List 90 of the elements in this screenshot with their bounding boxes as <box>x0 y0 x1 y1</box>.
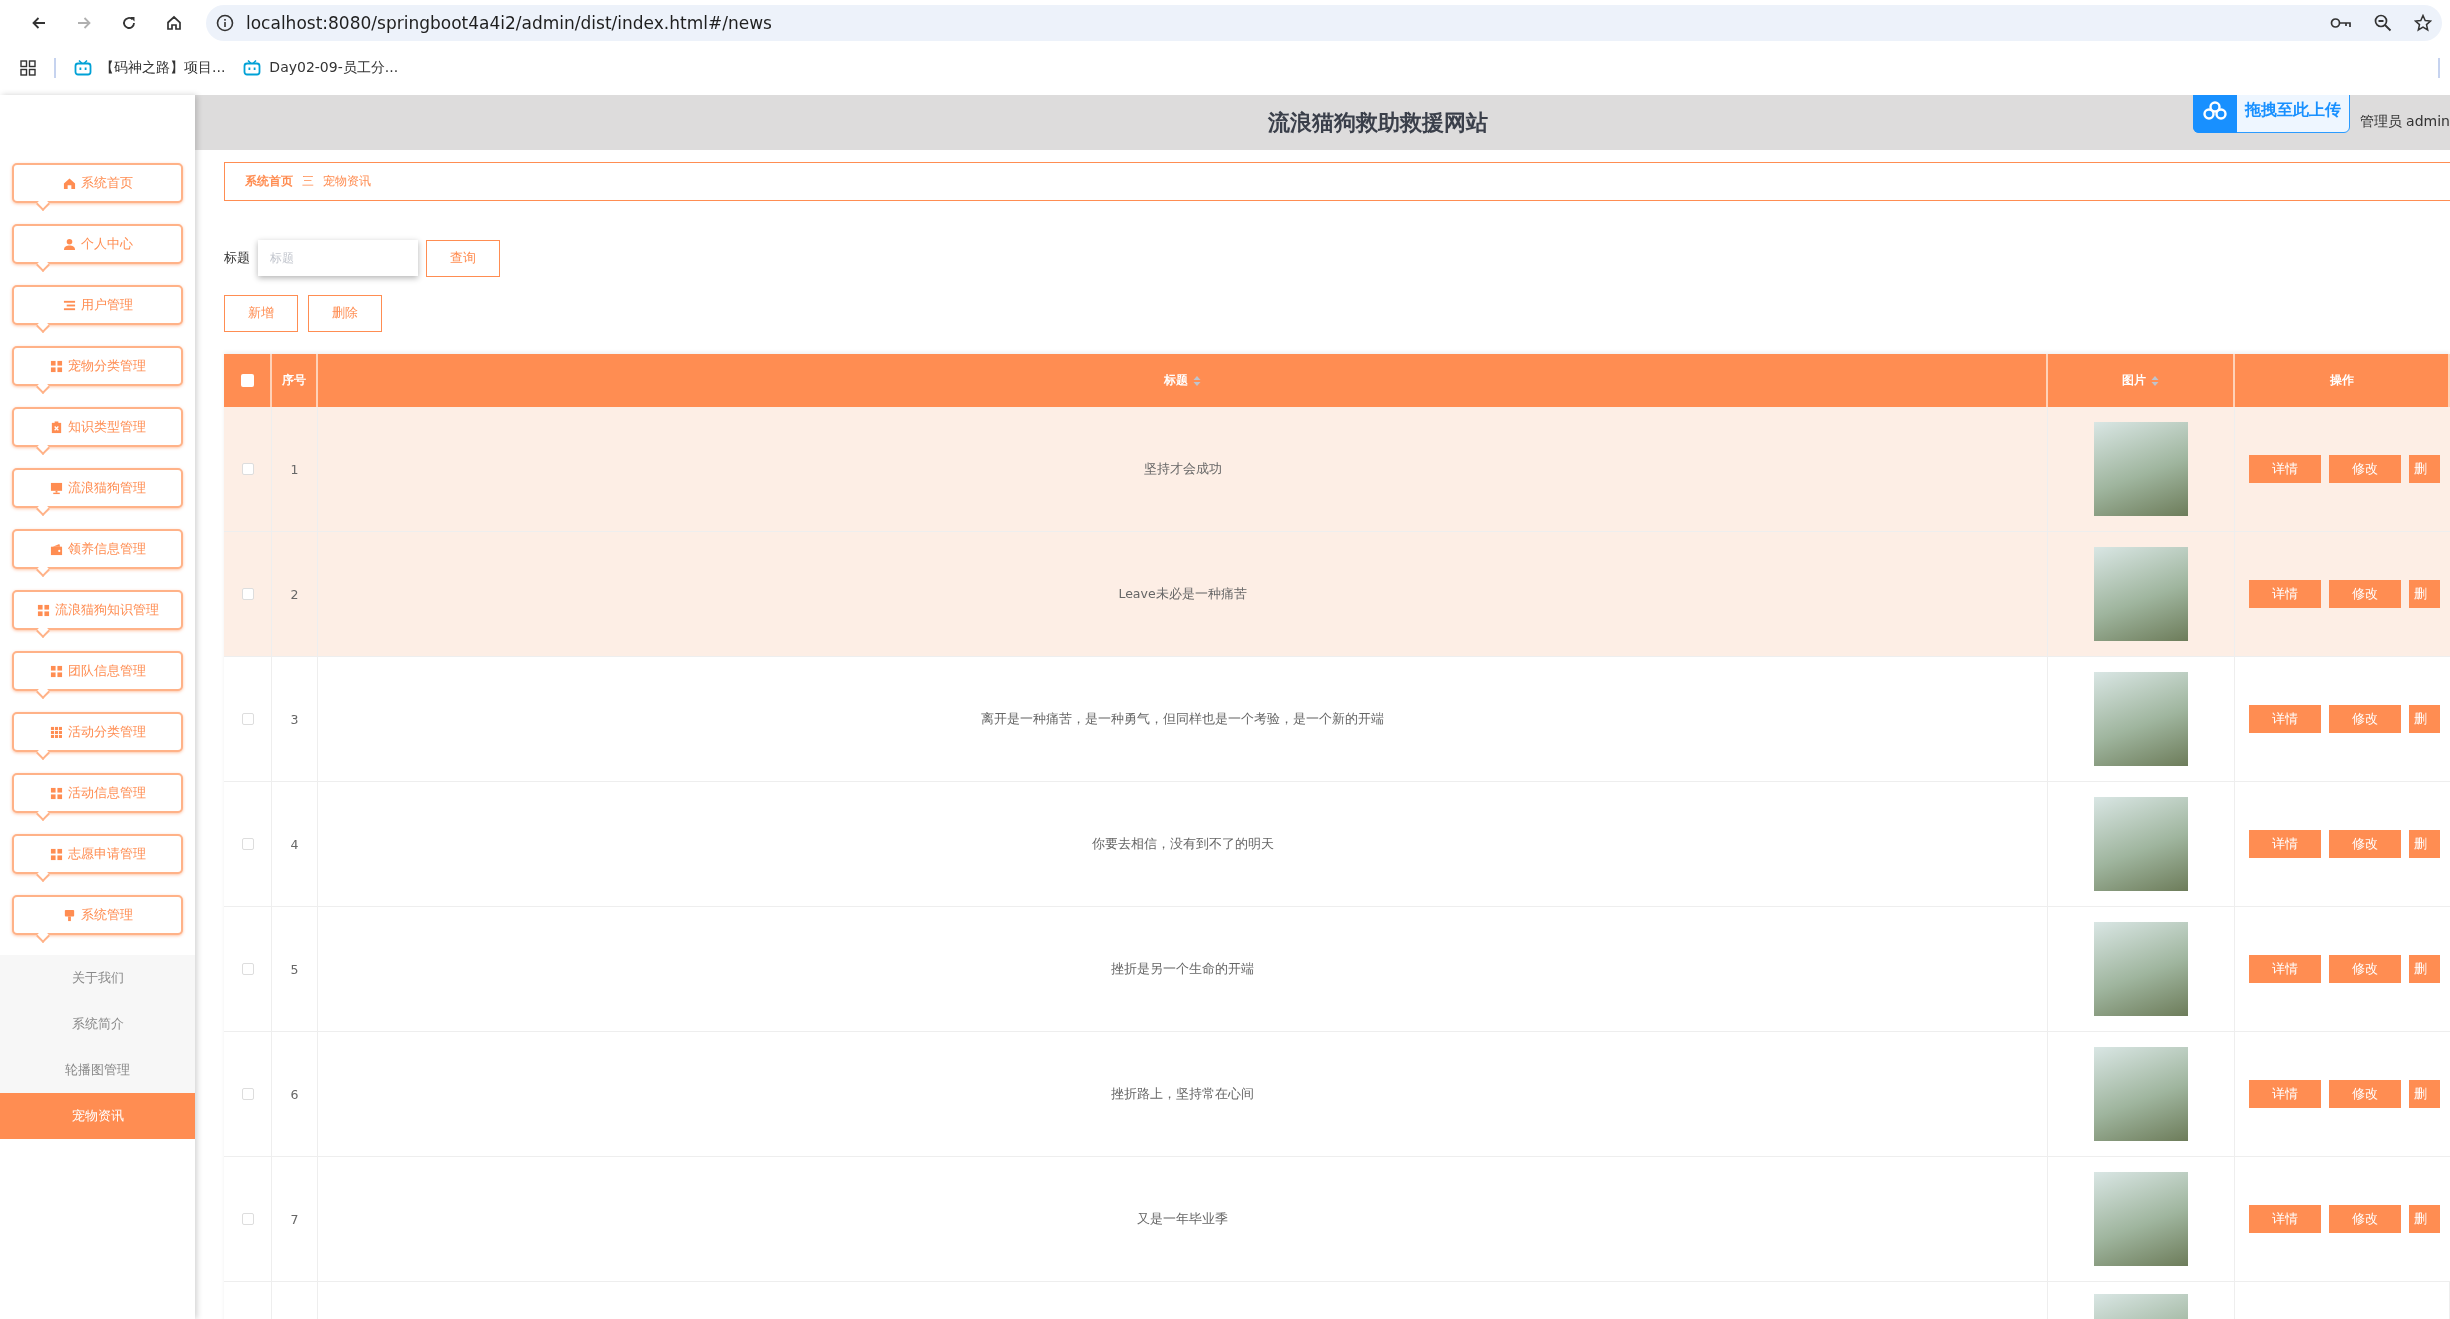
site-title: 流浪猫狗救助救援网站 <box>1267 108 1488 137</box>
checkbox[interactable] <box>241 463 254 475</box>
table-cell: 5 <box>290 961 299 977</box>
bookmark[interactable]: Day02-09-员工分... <box>243 58 399 77</box>
details-button[interactable]: 详情 <box>2249 955 2321 983</box>
grid9-icon <box>49 725 63 739</box>
details-button[interactable]: 详情 <box>2249 1205 2321 1233</box>
table-cell: 4 <box>290 836 299 852</box>
submenu-item[interactable]: 宠物资讯 <box>0 1093 195 1139</box>
delete-button[interactable]: 删 <box>2409 455 2440 483</box>
upload-widget[interactable]: 拖拽至此上传 <box>2193 95 2350 133</box>
table-cell: 挫折是另一个生命的开端 <box>1111 960 1254 978</box>
column-header[interactable]: 图片 <box>2122 372 2146 389</box>
checkbox[interactable] <box>241 838 254 850</box>
user-label: 管理员 admin <box>2359 113 2450 131</box>
home-icon <box>62 176 76 190</box>
edit-button[interactable]: 修改 <box>2329 1080 2401 1108</box>
info-icon[interactable] <box>216 13 234 32</box>
zoom-out-icon[interactable] <box>2374 13 2392 32</box>
sort-icon[interactable] <box>1192 374 1201 387</box>
breadcrumb-item[interactable]: 宠物资讯 <box>323 173 371 190</box>
column-header: 操作 <box>2329 372 2354 389</box>
table-cell: 3 <box>290 711 299 727</box>
table-cell: 6 <box>290 1086 299 1102</box>
edit-button[interactable]: 修改 <box>2329 455 2401 483</box>
tv-icon <box>74 59 92 76</box>
sort-icon[interactable] <box>2151 374 2159 387</box>
details-button[interactable]: 详情 <box>2249 830 2321 858</box>
delete-button[interactable]: 删 <box>2409 830 2440 858</box>
checkbox[interactable] <box>241 963 254 975</box>
list-icon <box>62 298 76 312</box>
query-button[interactable]: 查询 <box>426 239 500 277</box>
column-header[interactable]: 标题 <box>1163 372 1188 389</box>
table-cell: 又是一年毕业季 <box>1137 1210 1228 1228</box>
wallet-icon <box>49 542 63 556</box>
apps-grid-icon[interactable] <box>20 59 36 76</box>
table-cell: 你要去相信，没有到不了的明天 <box>1091 835 1274 853</box>
table-cell: 坚持才会成功 <box>1143 460 1222 478</box>
grid-icon <box>49 847 63 861</box>
table-cell: 2 <box>290 586 299 602</box>
grid-icon <box>49 786 63 800</box>
table-cell: 挫折路上，坚持常在心间 <box>1111 1085 1254 1103</box>
search-field[interactable]: 标题 <box>258 240 418 276</box>
user-icon <box>62 237 76 251</box>
column-header: 序号 <box>282 372 306 389</box>
bookmark[interactable]: 【码神之路】项目... <box>74 58 226 77</box>
table-cell: 离开是一种痛苦，是一种勇气，但同样也是一个考验，是一个新的开端 <box>981 710 1384 728</box>
tv-icon <box>243 59 262 76</box>
delete-button[interactable]: 删 <box>2409 705 2440 733</box>
brush-icon <box>62 908 76 922</box>
submenu-item[interactable]: 轮播图管理 <box>0 1047 195 1093</box>
delete-button[interactable]: 删 <box>2409 1205 2440 1233</box>
submenu-item[interactable]: 系统简介 <box>0 1001 195 1047</box>
home-icon[interactable] <box>164 13 183 32</box>
grid-icon <box>49 359 63 373</box>
add-button[interactable]: 新增 <box>224 295 298 332</box>
delete-button[interactable]: 删 <box>2409 580 2440 608</box>
table-cell: 7 <box>290 1211 299 1227</box>
star-icon[interactable] <box>2414 13 2432 32</box>
cloud-icon <box>2202 100 2228 121</box>
separator-text: 三 <box>302 173 314 190</box>
delete-button[interactable]: 删 <box>2409 1080 2440 1108</box>
grid-icon <box>36 603 50 617</box>
table-cell: 1 <box>290 461 299 477</box>
breadcrumb-item[interactable]: 系统首页 <box>245 173 293 190</box>
details-button[interactable]: 详情 <box>2249 580 2321 608</box>
edit-button[interactable]: 修改 <box>2329 580 2401 608</box>
edit-button[interactable]: 修改 <box>2329 830 2401 858</box>
delete-button[interactable]: 删 <box>2409 955 2440 983</box>
edit-button[interactable]: 修改 <box>2329 955 2401 983</box>
checkbox[interactable] <box>241 588 254 600</box>
monitor-icon <box>49 481 63 495</box>
key-icon[interactable] <box>2330 15 2352 30</box>
address-bar[interactable]: localhost:8080/springboot4a4i2/admin/dist/index.html#/news <box>206 4 2442 41</box>
checkbox[interactable] <box>241 1088 254 1100</box>
url-text: localhost:8080/springboot4a4i2/admin/dist/index.html#/news <box>246 12 772 33</box>
details-button[interactable]: 详情 <box>2249 705 2321 733</box>
details-button[interactable]: 详情 <box>2249 1080 2321 1108</box>
submenu-item[interactable]: 关于我们 <box>0 955 195 1001</box>
table-cell: Leave未必是一种痛苦 <box>1118 585 1247 603</box>
edit-button[interactable]: 修改 <box>2329 1205 2401 1233</box>
edit-button[interactable]: 修改 <box>2329 705 2401 733</box>
select-all-checkbox[interactable] <box>240 374 254 387</box>
details-button[interactable]: 详情 <box>2249 455 2321 483</box>
grid-icon <box>49 664 63 678</box>
field-label: 标题 <box>224 249 250 267</box>
checkbox[interactable] <box>241 713 254 725</box>
clipboard-icon <box>49 420 63 434</box>
delete-button[interactable]: 删除 <box>308 295 382 332</box>
checkbox[interactable] <box>241 1213 254 1225</box>
